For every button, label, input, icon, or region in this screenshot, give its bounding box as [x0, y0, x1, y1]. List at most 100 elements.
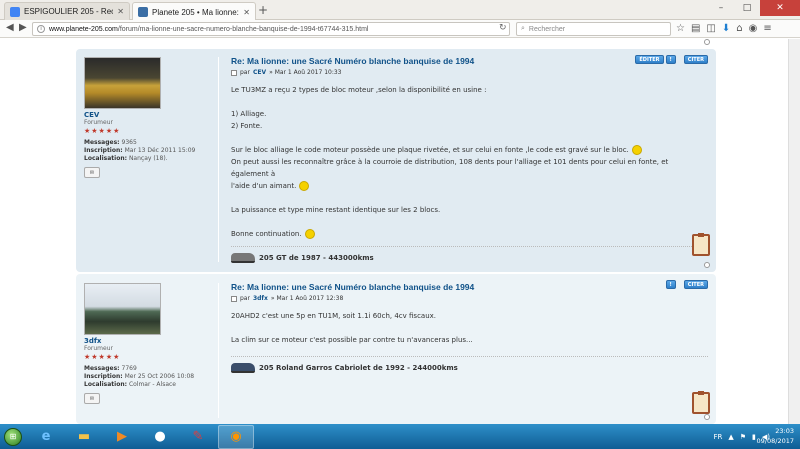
search-input[interactable]: ⌕ Rechercher: [516, 22, 671, 36]
post-icon[interactable]: [231, 295, 237, 302]
user-rank: Forumeur: [84, 119, 113, 126]
maximize-button[interactable]: □: [734, 0, 760, 16]
content-line: On peut aussi les reconnaître grâce à la…: [231, 158, 669, 178]
avatar[interactable]: [84, 283, 161, 335]
tab-espigoulier[interactable]: ESPIGOULIER 205 - Recherch... ✕: [4, 2, 130, 20]
wink-smiley-icon: [631, 145, 642, 155]
star-icon[interactable]: ☆: [676, 23, 685, 34]
download-icon[interactable]: ⬇: [722, 23, 730, 34]
start-button[interactable]: ⊞: [0, 424, 26, 449]
content-line: 20AHD2 c'est une 5p en TU1M, soit 1.1i 6…: [231, 312, 437, 320]
site-favicon-icon: [138, 7, 148, 17]
username[interactable]: 3dfx: [84, 337, 224, 345]
post-author-link[interactable]: CEV: [253, 69, 266, 76]
post-icon[interactable]: [231, 69, 237, 76]
post-content: Le TU3MZ a reçu 2 types de bloc moteur ,…: [231, 84, 708, 240]
inscription-date: Mer 25 Oct 2006 10:08: [124, 373, 195, 380]
file-explorer-icon[interactable]: ▬: [66, 425, 102, 449]
edit-button[interactable]: ÉDITER: [635, 55, 664, 64]
post-date: » Mar 1 Aoû 2017 10:33: [269, 69, 342, 76]
people-icon[interactable]: ●: [142, 425, 178, 449]
tab-bar: ESPIGOULIER 205 - Recherch... ✕ Planete …: [0, 0, 800, 21]
chevron-up-icon[interactable]: ▲: [728, 433, 733, 441]
clock-time: 23:03: [775, 427, 794, 435]
avatar[interactable]: [84, 57, 161, 109]
new-tab-button[interactable]: +: [258, 3, 268, 17]
signature-text: 205 GT de 1987 - 443000kms: [259, 254, 374, 262]
post-body: Re: Ma lionne: une Sacré Numéro blanche …: [231, 282, 708, 373]
post-meta: par 3dfx » Mar 1 Aoû 2017 12:38: [231, 295, 708, 302]
top-icon[interactable]: [704, 414, 710, 420]
firefox-icon[interactable]: ◉: [218, 424, 254, 449]
tab-planete-205[interactable]: Planete 205 • Ma lionne: une... ✕: [132, 2, 256, 21]
clock-date: 09/08/2017: [756, 437, 794, 445]
content-line: 1) Alliage.: [231, 110, 267, 118]
profile-divider: [218, 283, 219, 418]
clock[interactable]: 23:03 09/08/2017: [757, 426, 794, 446]
page-scrollbar[interactable]: [788, 39, 800, 424]
search-icon: ⌕: [521, 25, 525, 32]
content-line: Sur le bloc alliage le code moteur possè…: [231, 144, 708, 156]
content-line: La clim sur ce moteur c'est possible par…: [231, 336, 473, 344]
report-button[interactable]: !: [665, 280, 676, 289]
username[interactable]: CEV: [84, 111, 224, 119]
close-icon[interactable]: ✕: [117, 7, 124, 16]
forward-icon[interactable]: ▶: [19, 22, 27, 33]
inscription-date: Mar 13 Déc 2011 15:09: [124, 147, 196, 154]
post-author-link[interactable]: 3dfx: [253, 295, 268, 302]
reading-list-icon[interactable]: ▤: [691, 23, 700, 34]
meta-prefix: par: [240, 295, 250, 302]
user-stats: Messages: 7769 Inscription: Mer 25 Oct 2…: [84, 365, 224, 389]
content-line: [231, 216, 708, 228]
taskbar: ⊞ e ▬ ▶ ● ✎ ◉ FR ▲ ⚑ ▮ ◀) 23:03 09/08/20…: [0, 424, 800, 449]
minimize-button[interactable]: –: [708, 0, 734, 16]
window-controls: – □ ✕: [708, 0, 800, 16]
localisation-value: Nançay (18).: [128, 155, 168, 162]
chat-icon[interactable]: ◉: [749, 23, 758, 34]
flag-icon[interactable]: ⚑: [740, 433, 746, 441]
car-icon: [231, 363, 255, 373]
quote-button[interactable]: CITER: [683, 55, 708, 64]
close-window-button[interactable]: ✕: [760, 0, 800, 16]
quote-button[interactable]: CITER: [683, 280, 708, 289]
post-title[interactable]: Re: Ma lionne: une Sacré Numéro blanche …: [231, 282, 708, 292]
info-icon[interactable]: i: [37, 25, 45, 33]
rank-stars: ★★★★★: [84, 127, 121, 135]
home-icon[interactable]: ⌂: [736, 23, 742, 34]
tab-label: ESPIGOULIER 205 - Recherch...: [24, 7, 113, 16]
close-icon[interactable]: ✕: [243, 8, 250, 17]
post-content: 20AHD2 c'est une 5p en TU1M, soit 1.1i 6…: [231, 310, 708, 346]
toolbar-icons: ☆ ▤ ◫ ⬇ ⌂ ◉ ≡: [676, 23, 772, 34]
reload-icon[interactable]: ↻: [499, 23, 507, 33]
forum-post: CEV Forumeur ★★★★★ Messages: 9365 Inscri…: [76, 49, 716, 272]
top-icon[interactable]: [704, 262, 710, 268]
meta-prefix: par: [240, 69, 250, 76]
localisation-label: Localisation:: [84, 155, 128, 162]
messages-count: 9365: [121, 139, 137, 146]
post-actions: ! CITER: [665, 280, 708, 289]
pocket-icon[interactable]: ◫: [706, 23, 715, 34]
private-message-icon[interactable]: ✉: [84, 393, 100, 404]
clipboard-icon[interactable]: [692, 391, 710, 414]
content-line: [231, 192, 708, 204]
top-icon[interactable]: [704, 39, 710, 45]
media-player-icon[interactable]: ▶: [104, 425, 140, 449]
url-domain: www.planete-205.com: [49, 25, 118, 33]
network-icon[interactable]: ▮: [752, 433, 756, 441]
sunglasses-smiley-icon: [299, 181, 310, 191]
inscription-label: Inscription:: [84, 147, 123, 154]
clipboard-icon[interactable]: [692, 233, 710, 256]
back-icon[interactable]: ◀: [6, 22, 14, 33]
content-line: Le TU3MZ a reçu 2 types de bloc moteur ,…: [231, 86, 487, 94]
language-indicator[interactable]: FR: [713, 433, 722, 441]
content-line: [231, 96, 708, 108]
private-message-icon[interactable]: ✉: [84, 167, 100, 178]
pin-icon[interactable]: ✎: [180, 425, 216, 449]
internet-explorer-icon[interactable]: e: [28, 425, 64, 449]
signature: 205 Roland Garros Cabriolet de 1992 - 24…: [231, 356, 708, 373]
inscription-label: Inscription:: [84, 373, 123, 380]
smile-smiley-icon: [304, 229, 315, 239]
report-button[interactable]: !: [665, 55, 676, 64]
url-bar[interactable]: i www.planete-205.com/forum/ma-lionne-un…: [32, 22, 510, 36]
menu-icon[interactable]: ≡: [763, 23, 771, 34]
